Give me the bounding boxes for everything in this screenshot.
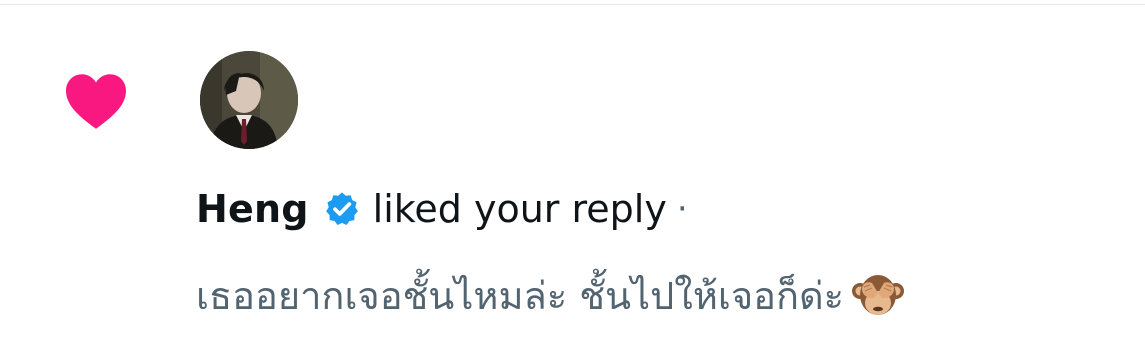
- notification-header: Heng liked your reply ·: [196, 183, 688, 235]
- see-no-evil-monkey-icon: [852, 275, 905, 315]
- separator-dot: ·: [676, 189, 688, 229]
- heart-icon: [66, 74, 126, 129]
- action-text: liked your reply: [372, 187, 667, 231]
- reply-preview[interactable]: เธออยากเจอชั้นไหมล่ะ ชั้นไปให้เจอก็ด่ะ: [196, 267, 906, 323]
- verified-badge-icon: [325, 192, 358, 225]
- reply-text: เธออยากเจอชั้นไหมล่ะ ชั้นไปให้เจอก็ด่ะ: [196, 273, 845, 318]
- like-notification[interactable]: Heng liked your reply · เธออยากเจอชั้นไห…: [0, 5, 1145, 343]
- avatar[interactable]: [200, 51, 298, 149]
- user-name[interactable]: Heng: [196, 187, 309, 231]
